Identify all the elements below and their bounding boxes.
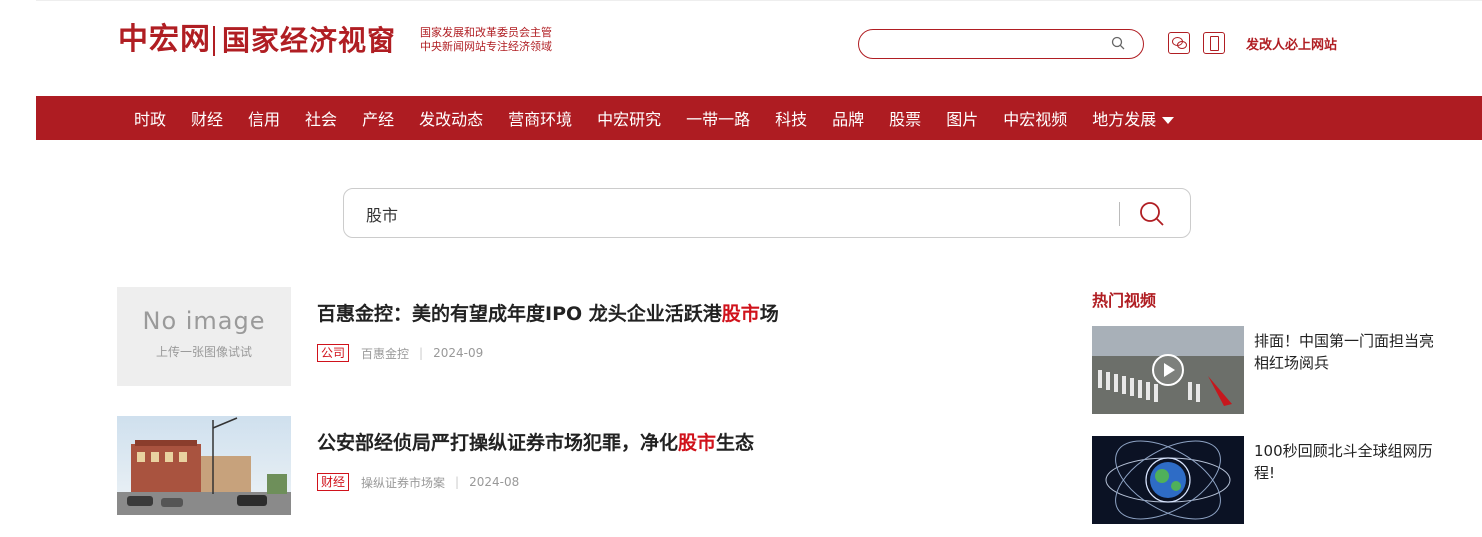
site-logo-subtitle[interactable]: 国家经济视窗 bbox=[222, 21, 396, 61]
meta-separator: | bbox=[455, 475, 460, 489]
street-photo-image bbox=[117, 416, 291, 515]
nav-item[interactable]: 图片 bbox=[946, 106, 978, 130]
slogan-line-1: 国家发展和改革委员会主管 bbox=[420, 26, 552, 39]
search-divider bbox=[1119, 202, 1120, 226]
nav-item[interactable]: 发改动态 bbox=[419, 106, 483, 130]
search-button-icon[interactable] bbox=[1134, 197, 1170, 231]
nav-items: 时政 财经 信用 社会 产经 发改动态 营商环境 中宏研究 一带一路 科技 品牌 股票 图片 中宏视频 地方… bbox=[134, 96, 1199, 140]
result-meta: 公司 百惠金控 | 2024-09 bbox=[317, 344, 483, 362]
result-thumbnail[interactable] bbox=[117, 416, 291, 515]
site-header: 中宏网 国家经济视窗 国家发展和改革委员会主管 中央新闻网站专注经济领域 发改人… bbox=[0, 0, 1482, 86]
beidou-video-image bbox=[1092, 436, 1244, 524]
video-title[interactable]: 100秒回顾北斗全球组网历程! bbox=[1254, 440, 1434, 484]
result-title-text: 公安部经侦局严打操纵证券市场犯罪，净化 bbox=[317, 432, 679, 454]
nav-item[interactable]: 财经 bbox=[191, 106, 223, 130]
result-source: 百惠金控 bbox=[361, 346, 410, 361]
main-search-input[interactable] bbox=[366, 201, 1106, 227]
category-tag[interactable]: 公司 bbox=[317, 344, 350, 362]
result-title-text-end: 场 bbox=[759, 303, 779, 325]
result-thumbnail-placeholder[interactable]: No image 上传一张图像试试 bbox=[117, 287, 291, 386]
main-search-box bbox=[343, 188, 1191, 238]
hot-videos-heading: 热门视频 bbox=[1092, 291, 1157, 310]
parade-video-image bbox=[1092, 326, 1244, 414]
no-image-hint: 上传一张图像试试 bbox=[155, 345, 252, 359]
result-title-text-end: 生态 bbox=[716, 432, 755, 454]
nav-item[interactable]: 中宏研究 bbox=[597, 106, 661, 130]
slogan-line-2: 中央新闻网站专注经济领域 bbox=[420, 40, 552, 53]
mobile-icon[interactable] bbox=[1203, 32, 1225, 54]
logo-divider bbox=[213, 26, 215, 56]
site-slogan: 国家发展和改革委员会主管 中央新闻网站专注经济领域 bbox=[420, 26, 552, 54]
hot-video-item: 排面！中国第一门面担当亮相红场阅兵 bbox=[1092, 326, 1452, 416]
meta-separator: | bbox=[419, 346, 424, 360]
category-tag[interactable]: 财经 bbox=[317, 473, 350, 491]
wechat-icon[interactable] bbox=[1168, 32, 1190, 54]
header-search-input[interactable] bbox=[858, 29, 1144, 59]
nav-item[interactable]: 股票 bbox=[889, 106, 921, 130]
result-title[interactable]: 百惠金控：美的有望成年度IPO 龙头企业活跃港股市场 bbox=[317, 299, 779, 326]
nav-item[interactable]: 社会 bbox=[305, 106, 337, 130]
nav-item[interactable]: 地方发展 bbox=[1092, 106, 1174, 130]
hot-video-item: 100秒回顾北斗全球组网历程! bbox=[1092, 436, 1452, 526]
nav-item[interactable]: 品牌 bbox=[832, 106, 864, 130]
video-thumbnail[interactable] bbox=[1092, 436, 1244, 524]
nav-item[interactable]: 营商环境 bbox=[508, 106, 572, 130]
search-icon[interactable] bbox=[1111, 36, 1125, 50]
result-title[interactable]: 公安部经侦局严打操纵证券市场犯罪，净化股市生态 bbox=[317, 428, 754, 455]
video-thumbnail[interactable] bbox=[1092, 326, 1244, 414]
must-visit-link[interactable]: 发改人必上网站 bbox=[1246, 34, 1337, 53]
result-title-keyword: 股市 bbox=[678, 432, 717, 454]
main-nav: 时政 财经 信用 社会 产经 发改动态 营商环境 中宏研究 一带一路 科技 品牌 股票 图片 中宏视频 地方… bbox=[36, 96, 1482, 140]
nav-item[interactable]: 中宏视频 bbox=[1003, 106, 1067, 130]
result-date: 2024-09 bbox=[433, 346, 484, 360]
search-result-item: No image 上传一张图像试试 百惠金控：美的有望成年度IPO 龙头企业活跃… bbox=[117, 287, 837, 387]
result-source: 操纵证券市场案 bbox=[361, 475, 446, 490]
nav-item[interactable]: 信用 bbox=[248, 106, 280, 130]
result-title-text: 百惠金控：美的有望成年度IPO 龙头企业活跃港 bbox=[317, 303, 722, 325]
nav-item[interactable]: 一带一路 bbox=[686, 106, 750, 130]
result-meta: 财经 操纵证券市场案 | 2024-08 bbox=[317, 473, 519, 491]
result-date: 2024-08 bbox=[469, 475, 520, 489]
no-image-text: No image bbox=[142, 307, 266, 335]
search-result-item: 公安部经侦局严打操纵证券市场犯罪，净化股市生态 财经 操纵证券市场案 | 202… bbox=[117, 416, 837, 516]
nav-item[interactable]: 时政 bbox=[134, 106, 166, 130]
nav-item[interactable]: 科技 bbox=[775, 106, 807, 130]
video-title[interactable]: 排面！中国第一门面担当亮相红场阅兵 bbox=[1254, 330, 1434, 374]
nav-item[interactable]: 产经 bbox=[362, 106, 394, 130]
site-logo[interactable]: 中宏网 bbox=[118, 20, 211, 60]
result-title-keyword: 股市 bbox=[721, 303, 760, 325]
